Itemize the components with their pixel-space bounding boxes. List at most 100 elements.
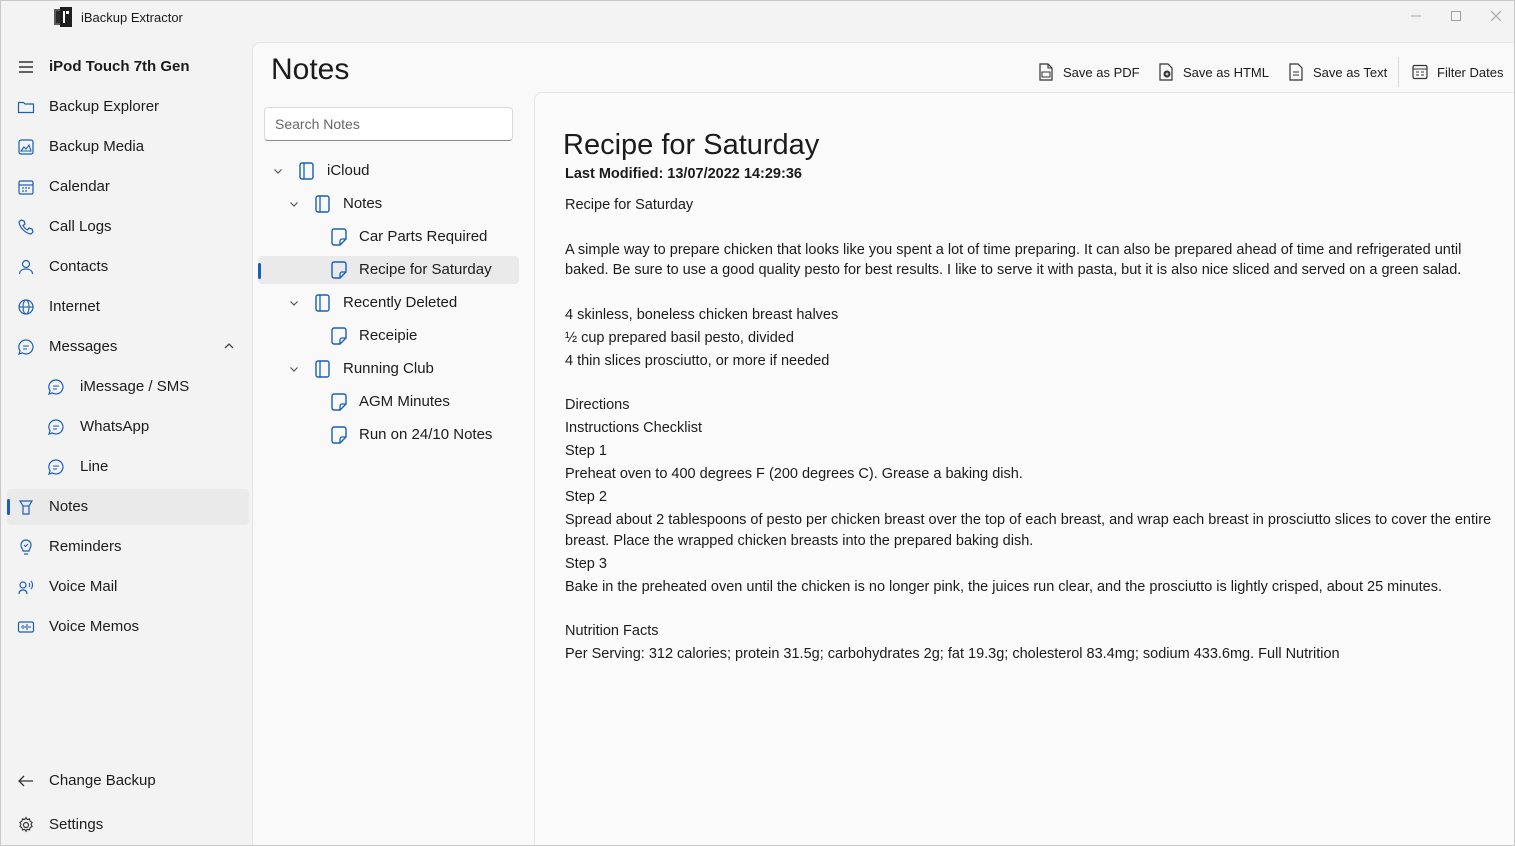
title-bar[interactable]: iBackup Extractor xyxy=(1,1,1514,37)
selection-indicator xyxy=(258,263,261,279)
tree-node-recently-deleted[interactable]: Recently Deleted xyxy=(263,289,519,317)
settings-button[interactable]: Settings xyxy=(7,807,249,843)
note-line: Per Serving: 312 calories; protein 31.5g… xyxy=(565,646,1340,662)
arrow-left-icon xyxy=(18,775,33,787)
tree-node-label: Recently Deleted xyxy=(343,294,458,311)
image-icon xyxy=(18,139,34,155)
hamburger-icon xyxy=(19,61,33,73)
sidebar-item-voice-memos[interactable]: Voice Memos xyxy=(7,609,249,645)
note-spacer xyxy=(565,371,1495,395)
tree-node-label: Notes xyxy=(343,195,383,212)
chevron-down-icon[interactable] xyxy=(273,166,283,176)
sidebar-item-imessage-sms[interactable]: iMessage / SMS xyxy=(7,369,249,405)
sidebar-item-call-logs[interactable]: Call Logs xyxy=(7,209,249,245)
note-line: 4 skinless, boneless chicken breast halv… xyxy=(565,306,839,323)
sidebar-item-label: iMessage / SMS xyxy=(80,378,190,395)
sidebar-item-voice-mail[interactable]: Voice Mail xyxy=(7,569,249,605)
search-notes-input[interactable] xyxy=(264,107,513,141)
note-line: Nutrition Facts xyxy=(565,623,659,639)
sidebar-item-backup-explorer[interactable]: Backup Explorer xyxy=(7,89,249,125)
sidebar-item-label: Change Backup xyxy=(49,772,156,789)
note-paragraph: Bake in the preheated oven until the chi… xyxy=(565,578,1442,595)
note-spacer xyxy=(565,216,1495,240)
tree-node-recipe-for-saturday[interactable]: Recipe for Saturday xyxy=(258,256,519,284)
tree-node-label: Recipe for Saturday xyxy=(359,261,492,278)
selection-indicator xyxy=(7,499,10,515)
sidebar-item-calendar[interactable]: Calendar xyxy=(7,169,249,205)
sidebar-item-reminders[interactable]: Reminders xyxy=(7,529,249,565)
sidebar-item-label: Backup Media xyxy=(49,138,145,155)
filter-dates-button[interactable]: Filter Dates xyxy=(1412,61,1503,83)
note-line: ½ cup prepared basil pesto, divided xyxy=(565,329,794,346)
note-line: Preheat oven to 400 degrees F (200 degre… xyxy=(565,466,1023,482)
sidebar-item-label: Reminders xyxy=(49,538,122,555)
device-title: iPod Touch 7th Gen xyxy=(49,58,190,75)
notebook-icon xyxy=(299,162,314,180)
save-as-text-button[interactable]: Save as Text xyxy=(1288,61,1387,83)
sidebar-item-label: Calendar xyxy=(49,178,110,195)
sidebar-item-label: Settings xyxy=(49,816,104,833)
tree-node-icloud[interactable]: iCloud xyxy=(263,157,519,185)
person-icon xyxy=(18,259,34,275)
chevron-down-icon[interactable] xyxy=(289,364,299,374)
close-button[interactable] xyxy=(1481,5,1511,27)
save-as-pdf-label: Save as PDF xyxy=(1063,64,1140,80)
tree-node-running-club[interactable]: Running Club xyxy=(263,355,519,383)
app-window: iBackup Extractor iPod Touch 7th Gen Bac… xyxy=(0,0,1515,846)
tree-node-label: Running Club xyxy=(343,360,434,377)
toolbar-separator xyxy=(1398,57,1399,87)
chevron-up-icon[interactable] xyxy=(223,340,235,352)
save-as-html-button[interactable]: Save as HTML xyxy=(1158,61,1269,83)
tree-node-run-notes[interactable]: Run on 24/10 Notes xyxy=(263,421,519,449)
tree-node-label: Receipie xyxy=(359,327,418,344)
tree-node-agm-minutes[interactable]: AGM Minutes xyxy=(263,388,519,416)
globe-icon xyxy=(18,299,34,315)
chevron-down-icon[interactable] xyxy=(289,298,299,308)
note-icon xyxy=(331,261,347,279)
sidebar-item-whatsapp[interactable]: WhatsApp xyxy=(7,409,249,445)
note-line: 4 thin slices prosciutto, or more if nee… xyxy=(565,352,830,369)
note-line: Step 1 xyxy=(565,443,607,459)
window-title: iBackup Extractor xyxy=(81,10,183,25)
sidebar-item-label: Notes xyxy=(49,498,89,515)
tree-node-label: Car Parts Required xyxy=(359,228,488,245)
note-icon xyxy=(331,426,347,444)
gear-icon xyxy=(19,816,33,833)
change-backup-button[interactable]: Change Backup xyxy=(7,763,249,799)
chat-icon xyxy=(48,459,64,475)
note-paragraph: A simple way to prepare chicken that loo… xyxy=(565,241,1462,279)
hamburger-menu-button[interactable]: iPod Touch 7th Gen xyxy=(7,49,249,85)
note-icon xyxy=(331,228,347,246)
note-spacer xyxy=(565,281,1495,305)
tree-node-label: iCloud xyxy=(327,162,370,179)
sidebar-item-messages[interactable]: Messages xyxy=(7,329,249,365)
save-as-pdf-button[interactable]: Save as PDF xyxy=(1038,61,1140,83)
main-content: Notes Save as PDF Save as HTML Save as T… xyxy=(252,42,1514,845)
close-icon xyxy=(1491,11,1501,21)
maximize-button[interactable] xyxy=(1441,5,1471,27)
chevron-down-icon[interactable] xyxy=(289,199,299,209)
note-line: Instructions Checklist xyxy=(565,420,702,436)
minimize-button[interactable] xyxy=(1401,5,1431,27)
text-file-icon xyxy=(1289,63,1303,81)
sidebar-item-backup-media[interactable]: Backup Media xyxy=(7,129,249,165)
tree-node-receipie[interactable]: Receipie xyxy=(263,322,519,350)
sidebar-item-internet[interactable]: Internet xyxy=(7,289,249,325)
save-as-text-label: Save as Text xyxy=(1313,64,1388,80)
notebook-icon xyxy=(315,360,330,378)
chat-icon xyxy=(18,339,34,355)
tree-node-label: AGM Minutes xyxy=(359,393,450,410)
sidebar-item-label: Messages xyxy=(49,338,118,355)
sidebar-item-line[interactable]: Line xyxy=(7,449,249,485)
note-spacer xyxy=(565,597,1495,621)
tree-node-label: Run on 24/10 Notes xyxy=(359,426,493,443)
tree-node-car-parts[interactable]: Car Parts Required xyxy=(263,223,519,251)
sidebar-item-contacts[interactable]: Contacts xyxy=(7,249,249,285)
sidebar-item-label: Call Logs xyxy=(49,218,112,235)
tree-node-notes-folder[interactable]: Notes xyxy=(263,190,519,218)
note-last-modified: Last Modified: 13/07/2022 14:29:36 xyxy=(565,166,802,182)
sidebar-item-notes[interactable]: Notes xyxy=(7,489,249,525)
note-icon xyxy=(331,393,347,411)
sidebar: iPod Touch 7th Gen Backup Explorer Backu… xyxy=(1,45,252,845)
note-title: Recipe for Saturday xyxy=(563,129,820,161)
